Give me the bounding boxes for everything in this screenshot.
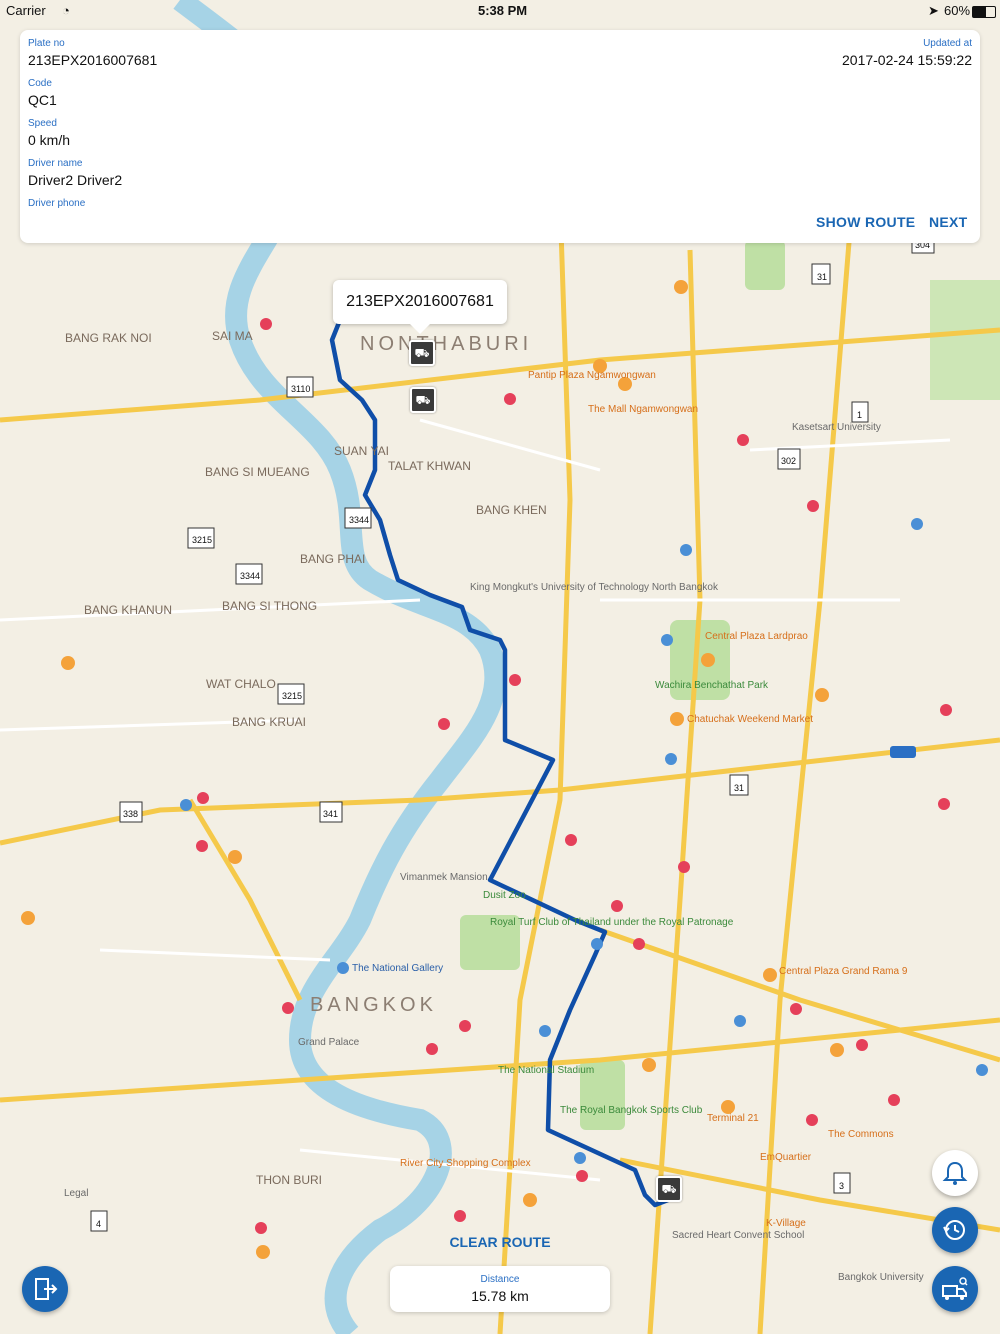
svg-text:31: 31 bbox=[817, 272, 827, 282]
svg-text:The National Stadium: The National Stadium bbox=[498, 1065, 594, 1076]
status-time: 5:38 PM bbox=[478, 3, 528, 18]
svg-text:3215: 3215 bbox=[192, 535, 212, 545]
svg-text:BANG SI MUEANG: BANG SI MUEANG bbox=[205, 465, 310, 479]
driver-name-value: Driver2 Driver2 bbox=[28, 172, 123, 188]
battery-icon bbox=[972, 6, 996, 18]
speed-label: Speed bbox=[28, 118, 57, 129]
svg-text:BANG PHAI: BANG PHAI bbox=[300, 552, 365, 566]
svg-text:Kasetsart University: Kasetsart University bbox=[792, 422, 881, 433]
svg-text:BANG SI THONG: BANG SI THONG bbox=[222, 599, 317, 613]
logout-icon bbox=[35, 1278, 58, 1300]
svg-text:BANGKOK: BANGKOK bbox=[310, 994, 437, 1016]
svg-text:TALAT KHWAN: TALAT KHWAN bbox=[388, 459, 471, 473]
svg-text:BANG RAK NOI: BANG RAK NOI bbox=[65, 331, 152, 345]
svg-text:Sacred Heart Convent School: Sacred Heart Convent School bbox=[672, 1230, 804, 1241]
location-arrow-icon: ➤ bbox=[928, 3, 939, 18]
truck-marker-icon[interactable]: ⛟ bbox=[409, 340, 435, 366]
speed-value: 0 km/h bbox=[28, 132, 71, 148]
svg-text:Dusit Zoo: Dusit Zoo bbox=[483, 890, 526, 901]
svg-text:The Royal Bangkok Sports Club: The Royal Bangkok Sports Club bbox=[560, 1105, 703, 1116]
svg-text:Wachira Benchathat Park: Wachira Benchathat Park bbox=[655, 680, 769, 691]
svg-text:3344: 3344 bbox=[349, 515, 369, 525]
code-value: QC1 bbox=[28, 92, 57, 108]
vehicle-car-icon[interactable] bbox=[890, 746, 916, 758]
plate-label: Plate no bbox=[28, 38, 65, 49]
updated-value: 2017-02-24 15:59:22 bbox=[842, 52, 972, 68]
driver-phone-label: Driver phone bbox=[28, 198, 86, 209]
svg-text:K-Village: K-Village bbox=[766, 1218, 806, 1229]
driver-name-label: Driver name bbox=[28, 158, 83, 169]
battery-percent: 60% bbox=[944, 3, 971, 18]
svg-text:SAI MA: SAI MA bbox=[212, 329, 253, 343]
vehicle-callout: 213EPX2016007681 bbox=[333, 280, 507, 334]
svg-text:3344: 3344 bbox=[240, 571, 260, 581]
truck-search-icon bbox=[942, 1277, 968, 1300]
history-button[interactable] bbox=[932, 1207, 978, 1253]
distance-value: 15.78 km bbox=[471, 1288, 529, 1304]
svg-text:King Mongkut's University of T: King Mongkut's University of Technology … bbox=[470, 582, 719, 593]
svg-text:Bangkok University: Bangkok University bbox=[838, 1272, 924, 1283]
svg-text:EmQuartier: EmQuartier bbox=[760, 1152, 812, 1163]
logout-button[interactable] bbox=[22, 1266, 68, 1312]
svg-text:3215: 3215 bbox=[282, 691, 302, 701]
status-bar: Carrier ◔ 5:38 PM ➤ 60% bbox=[0, 0, 1000, 22]
park-area bbox=[745, 240, 785, 290]
vehicle-info-card: Plate no 213EPX2016007681 Updated at 201… bbox=[20, 30, 980, 243]
svg-text:Royal Turf Club of Thailand un: Royal Turf Club of Thailand under the Ro… bbox=[490, 917, 734, 928]
distance-card: Distance 15.78 km bbox=[390, 1266, 610, 1312]
svg-text:338: 338 bbox=[123, 809, 138, 819]
svg-text:3: 3 bbox=[839, 1181, 844, 1191]
bell-icon bbox=[942, 1161, 968, 1185]
code-label: Code bbox=[28, 78, 52, 89]
svg-text:THON BURI: THON BURI bbox=[256, 1173, 322, 1187]
svg-text:BANG KHANUN: BANG KHANUN bbox=[84, 603, 172, 617]
history-icon bbox=[943, 1220, 965, 1240]
svg-text:Grand Palace: Grand Palace bbox=[298, 1037, 360, 1048]
svg-text:4: 4 bbox=[96, 1219, 101, 1229]
svg-text:River City Shopping Complex: River City Shopping Complex bbox=[400, 1158, 531, 1169]
notifications-button[interactable] bbox=[932, 1150, 978, 1196]
truck-marker-icon[interactable]: ⛟ bbox=[656, 1176, 682, 1202]
svg-text:Legal: Legal bbox=[64, 1188, 88, 1199]
vehicle-search-button[interactable] bbox=[932, 1266, 978, 1312]
svg-text:The National Gallery: The National Gallery bbox=[352, 963, 443, 974]
svg-text:341: 341 bbox=[323, 809, 338, 819]
svg-text:3110: 3110 bbox=[291, 384, 310, 394]
svg-text:WAT CHALO: WAT CHALO bbox=[206, 677, 276, 691]
next-button[interactable]: NEXT bbox=[929, 214, 968, 230]
wifi-icon: ◔ bbox=[62, 3, 70, 18]
svg-text:1: 1 bbox=[857, 410, 862, 420]
svg-text:BANG KRUAI: BANG KRUAI bbox=[232, 715, 306, 729]
svg-text:NONTHABURI: NONTHABURI bbox=[360, 333, 532, 355]
clear-route-button[interactable]: CLEAR ROUTE bbox=[430, 1234, 570, 1250]
svg-text:Pantip Plaza Ngamwongwan: Pantip Plaza Ngamwongwan bbox=[528, 370, 656, 381]
svg-text:The Mall Ngamwongwan: The Mall Ngamwongwan bbox=[588, 404, 698, 415]
svg-text:SUAN YAI: SUAN YAI bbox=[334, 444, 389, 458]
distance-label: Distance bbox=[480, 1274, 520, 1285]
svg-text:Central Plaza Lardprao: Central Plaza Lardprao bbox=[705, 631, 808, 642]
svg-text:BANG KHEN: BANG KHEN bbox=[476, 503, 547, 517]
svg-text:The Commons: The Commons bbox=[828, 1129, 894, 1140]
svg-text:Terminal 21: Terminal 21 bbox=[707, 1113, 759, 1124]
svg-text:Vimanmek Mansion: Vimanmek Mansion bbox=[400, 872, 488, 883]
carrier-label: Carrier bbox=[6, 3, 46, 18]
truck-marker-icon[interactable]: ⛟ bbox=[410, 387, 436, 413]
plate-value: 213EPX2016007681 bbox=[28, 52, 158, 68]
svg-text:Chatuchak Weekend Market: Chatuchak Weekend Market bbox=[687, 714, 813, 725]
updated-label: Updated at bbox=[923, 38, 972, 49]
svg-text:302: 302 bbox=[781, 456, 796, 466]
park-area bbox=[930, 280, 1000, 400]
svg-text:31: 31 bbox=[734, 783, 744, 793]
svg-text:Central Plaza Grand Rama 9: Central Plaza Grand Rama 9 bbox=[779, 966, 908, 977]
show-route-button[interactable]: SHOW ROUTE bbox=[816, 214, 915, 230]
